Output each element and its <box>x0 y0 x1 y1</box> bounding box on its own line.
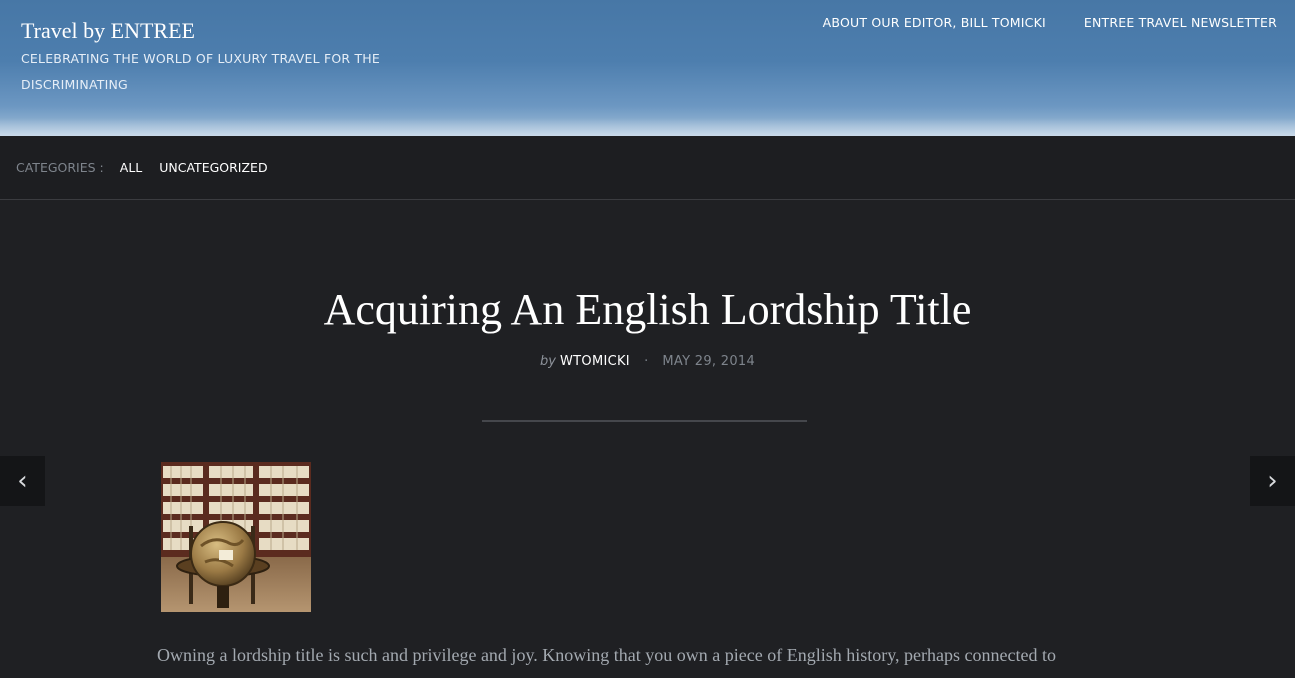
post-title: Acquiring An English Lordship Title <box>323 285 972 334</box>
top-nav: ABOUT OUR EDITOR, BILL TOMICKI ENTREE TR… <box>823 15 1277 30</box>
site-title[interactable]: Travel by ENTREE <box>21 18 195 44</box>
post-excerpt: Owning a lordship title is such and priv… <box>157 645 1056 665</box>
chevron-left-icon: ‹ <box>17 466 28 496</box>
categories-label: CATEGORIES : <box>16 160 104 175</box>
nav-link-newsletter[interactable]: ENTREE TRAVEL NEWSLETTER <box>1084 15 1277 30</box>
category-all[interactable]: ALL <box>120 160 142 175</box>
category-uncategorized[interactable]: UNCATEGORIZED <box>159 160 267 175</box>
sky-haze <box>0 118 1295 136</box>
post-meta: by WTOMICKI · MAY 29, 2014 <box>0 354 1295 369</box>
byline-prefix: by <box>539 354 556 369</box>
categories-bar: CATEGORIES : ALL UNCATEGORIZED <box>0 136 1295 200</box>
title-divider <box>482 420 807 422</box>
meta-separator: · <box>644 354 649 369</box>
previous-post-button[interactable]: ‹ <box>0 456 45 506</box>
library-globe-illustration <box>161 462 311 612</box>
post-date: MAY 29, 2014 <box>662 354 756 369</box>
site-header: Travel by ENTREE CELEBRATING THE WORLD O… <box>0 0 1295 136</box>
nav-link-about-editor[interactable]: ABOUT OUR EDITOR, BILL TOMICKI <box>823 15 1046 30</box>
author-link[interactable]: WTOMICKI <box>560 354 630 369</box>
post-image-library-globe[interactable] <box>161 462 311 612</box>
site-tagline: CELEBRATING THE WORLD OF LUXURY TRAVEL F… <box>21 51 380 92</box>
next-post-button[interactable]: › <box>1250 456 1295 506</box>
chevron-right-icon: › <box>1267 466 1278 496</box>
